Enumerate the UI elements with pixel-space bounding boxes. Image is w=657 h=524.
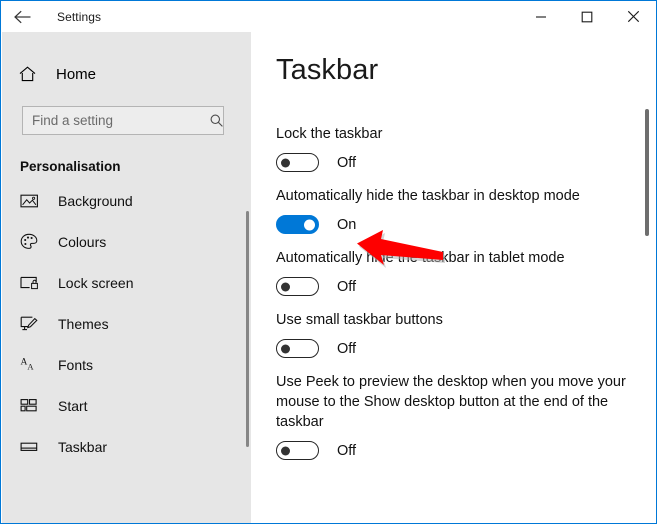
title-bar: Settings [1,1,656,32]
toggle-switch[interactable] [276,277,319,296]
back-button[interactable] [1,1,45,32]
sidebar-nav-list: Background Colours Lock screen Themes A … [2,184,251,463]
toggle-row: Off [276,339,656,358]
setting-use-peek: Use Peek to preview the desktop when you… [251,372,656,460]
sidebar-item-label: Themes [58,315,109,332]
content-scrollbar-thumb[interactable] [645,109,649,236]
toggle-knob [304,219,315,230]
page-title: Taskbar [276,54,379,86]
setting-lock-the-taskbar: Lock the taskbar Off [251,124,656,172]
toggle-knob [281,158,290,167]
setting-label: Use small taskbar buttons [276,312,443,328]
picture-icon [20,191,44,211]
taskbar-bar-icon [20,437,44,457]
sidebar-item-home[interactable]: Home [2,56,251,92]
toggle-state-label: On [337,216,357,233]
lock-screen-icon [20,273,44,293]
setting-label: Use Peek to preview the desktop when you… [276,374,626,430]
minimize-button[interactable] [518,1,564,32]
themes-brush-icon [20,314,44,334]
fonts-aa-icon: A A [20,355,44,375]
palette-icon [20,232,44,252]
sidebar-item-start[interactable]: Start [2,389,251,422]
sidebar-item-label: Lock screen [58,274,134,291]
toggle-switch[interactable] [276,153,319,172]
settings-window: Settings Home Find a setting Personalisa… [0,0,657,524]
toggle-state-label: Off [337,340,357,357]
setting-label: Automatically hide the taskbar in tablet… [276,250,565,266]
search-icon [209,113,224,128]
toggle-knob [281,446,290,455]
sidebar-item-fonts[interactable]: A A Fonts [2,348,251,381]
sidebar-item-label: Start [58,397,88,414]
maximize-icon [581,11,593,23]
search-input[interactable] [23,113,209,128]
sidebar-item-taskbar[interactable]: Taskbar [2,430,251,463]
sidebar-item-themes[interactable]: Themes [2,307,251,340]
maximize-button[interactable] [564,1,610,32]
start-tiles-icon [20,396,44,416]
content-pane: Taskbar Lock the taskbar Off Automatical… [251,32,656,523]
toggle-switch[interactable] [276,215,319,234]
close-button[interactable] [610,1,656,32]
setting-small-taskbar-buttons: Use small taskbar buttons Off [251,310,656,358]
toggle-knob [281,344,290,353]
search-box[interactable] [22,106,224,135]
back-arrow-icon [13,9,33,25]
sidebar-item-label: Taskbar [58,438,108,455]
svg-text:A: A [27,361,34,371]
toggle-state-label: Off [337,278,357,295]
toggle-knob [281,282,290,291]
title-bar-left: Settings [1,1,101,32]
toggle-switch[interactable] [276,441,319,460]
toggle-row: Off [276,153,656,172]
sidebar-item-label: Fonts [58,356,94,373]
minimize-icon [535,11,547,23]
sidebar-item-label: Background [58,192,133,209]
home-label: Home [56,65,97,83]
toggle-switch[interactable] [276,339,319,358]
settings-list: Lock the taskbar Off Automatically hide … [251,124,656,460]
toggle-row: On [276,215,656,234]
sidebar-scrollbar-thumb[interactable] [246,211,249,447]
toggle-row: Off [276,277,656,296]
setting-auto-hide-desktop-mode: Automatically hide the taskbar in deskto… [251,186,656,234]
toggle-state-label: Off [337,154,357,171]
window-controls [518,1,656,32]
setting-auto-hide-tablet-mode: Automatically hide the taskbar in tablet… [251,248,656,296]
setting-label: Automatically hide the taskbar in deskto… [276,188,580,204]
sidebar-item-colours[interactable]: Colours [2,225,251,258]
close-icon [627,10,640,23]
sidebar-item-label: Colours [58,233,107,250]
app-title: Settings [57,9,102,24]
sidebar-item-lock-screen[interactable]: Lock screen [2,266,251,299]
setting-label: Lock the taskbar [276,126,383,142]
toggle-state-label: Off [337,442,357,459]
sidebar: Home Personalisation [2,32,251,523]
toggle-row: Off [276,441,656,460]
sidebar-section-title: Personalisation [20,159,121,174]
home-icon [18,65,40,83]
sidebar-item-background[interactable]: Background [2,184,251,217]
